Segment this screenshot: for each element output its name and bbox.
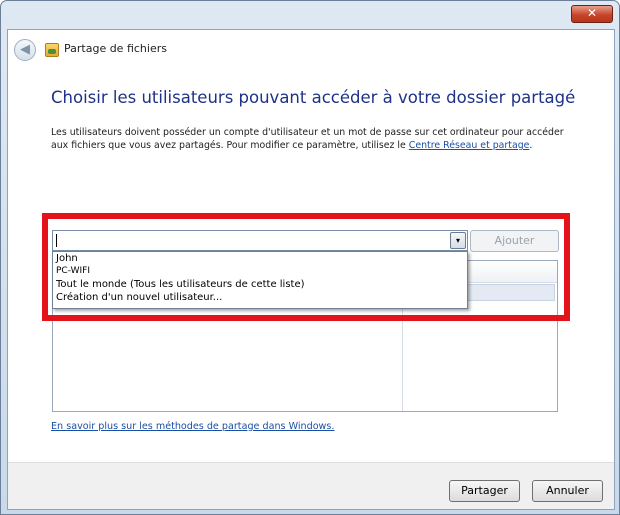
share-button[interactable]: Partager (449, 480, 520, 502)
network-center-link[interactable]: Centre Réseau et partage (409, 140, 530, 151)
combobox-dropdown-button[interactable]: ▾ (450, 232, 466, 249)
dropdown-item-everyone[interactable]: Tout le monde (Tous les utilisateurs de … (53, 278, 467, 291)
description-end: . (529, 140, 533, 151)
dropdown-item-new-user[interactable]: Création d'un nouvel utilisateur... (53, 291, 467, 304)
wizard-header: ◀ Partage de fichiers (8, 30, 614, 68)
window-frame: ✕ ◀ Partage de fichiers Choisir les util… (0, 0, 620, 515)
user-dropdown-list: John PC-WIFI Tout le monde (Tous les uti… (52, 251, 468, 309)
learn-more-link[interactable]: En savoir plus sur les méthodes de parta… (51, 421, 334, 432)
wizard-content: ◀ Partage de fichiers Choisir les utilis… (7, 29, 615, 510)
dropdown-item-john[interactable]: John (53, 252, 467, 265)
cancel-button[interactable]: Annuler (532, 480, 603, 502)
page-heading: Choisir les utilisateurs pouvant accéder… (51, 88, 576, 107)
footer-bar: Partager Annuler (8, 462, 614, 509)
close-button[interactable]: ✕ (571, 5, 613, 23)
file-sharing-icon (45, 43, 59, 57)
back-button[interactable]: ◀ (14, 39, 36, 61)
text-caret (56, 234, 57, 247)
user-combobox[interactable]: ▾ (52, 230, 468, 251)
dropdown-item-pc-wifi[interactable]: PC-WIFI (53, 265, 467, 278)
add-button[interactable]: Ajouter (470, 230, 559, 252)
wizard-title: Partage de fichiers (64, 42, 167, 55)
description: Les utilisateurs doivent posséder un com… (51, 126, 571, 152)
